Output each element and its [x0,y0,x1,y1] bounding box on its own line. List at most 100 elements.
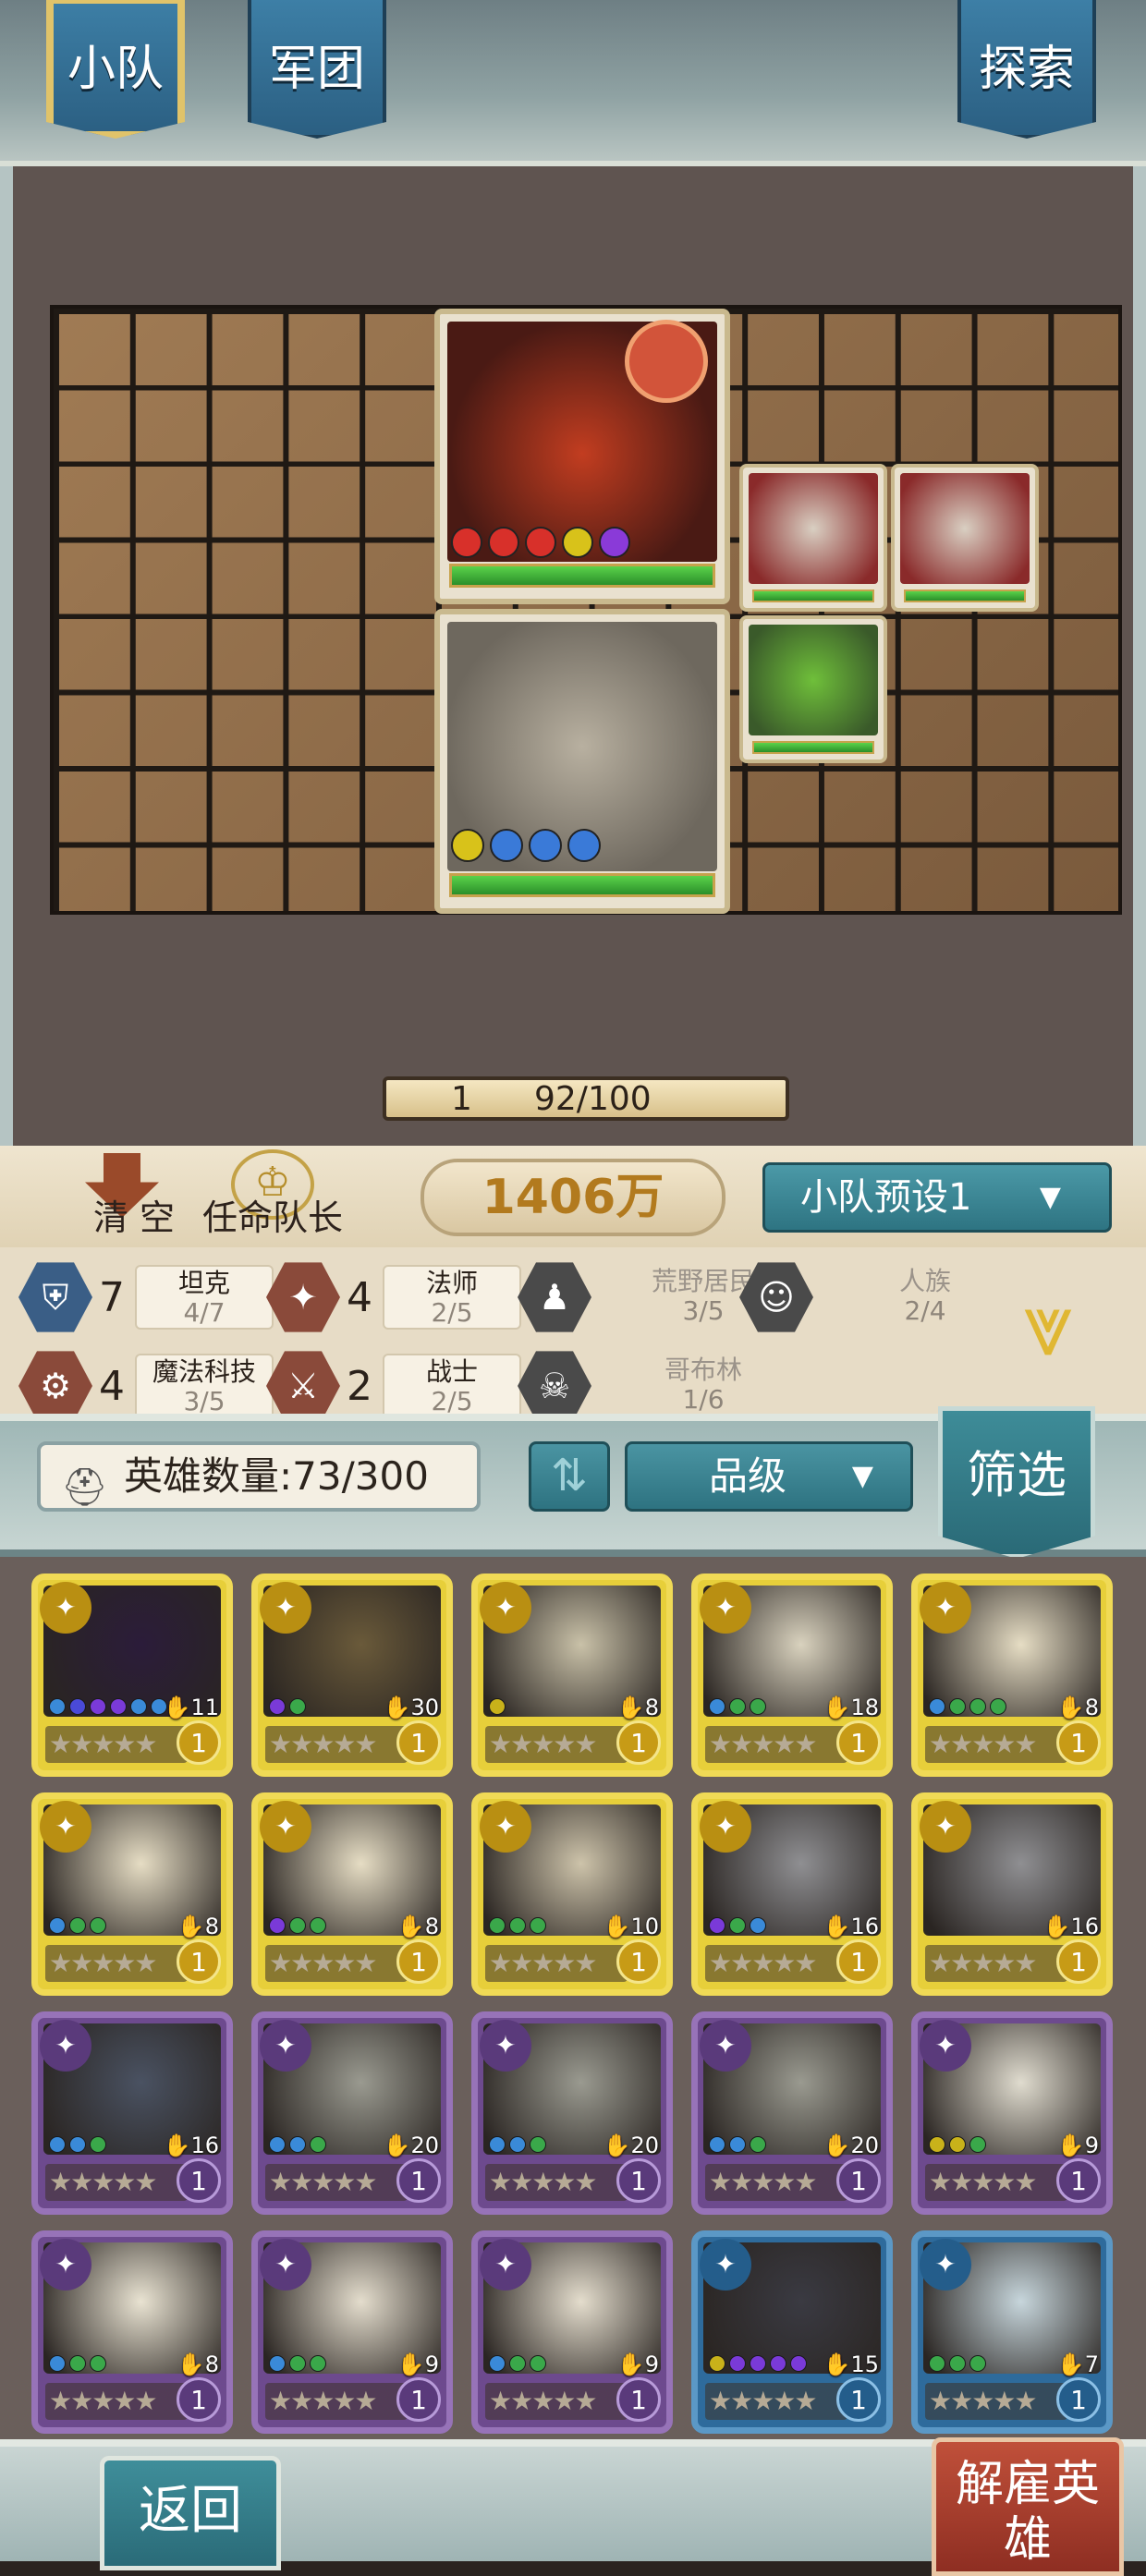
class-icon: ✦ [260,1801,311,1853]
hero-card[interactable]: ✦ ✋20 ★★★★★ 1 [471,2011,673,2215]
trait-count: 7 [99,1273,125,1321]
hero-card[interactable]: ✦ ✋11 ★★★★★ 1 [31,1574,233,1777]
hero-level: 1 [177,2377,221,2422]
gem-icon [130,1698,147,1715]
trait-item[interactable]: ⚔ 2 战士 2/5 [266,1349,521,1414]
cost-icon: ✋ [1042,1914,1071,1939]
star-rating: ★★★★★ [925,1726,1067,1763]
gem-row [269,1917,326,1934]
gem-icon [969,2355,986,2372]
gem-row [49,1698,167,1715]
hero-card[interactable]: ✦ ✋8 ★★★★★ 1 [31,1792,233,1996]
trait-item[interactable]: ✦ 4 法师 2/5 [266,1260,521,1334]
hero-card[interactable]: ✦ ✋30 ★★★★★ 1 [251,1574,453,1777]
hero-card[interactable]: ✦ ✋20 ★★★★★ 1 [251,2011,453,2215]
hero-cost: ✋18 [823,1695,879,1720]
hero-hp-bar [449,873,715,897]
board-hero-stone-golem[interactable] [434,609,730,914]
class-icon: ✦ [260,1582,311,1634]
gem-icon [49,2136,66,2153]
hero-card[interactable]: ✦ ✋8 ★★★★★ 1 [251,1792,453,1996]
hero-card[interactable]: ✦ ✋16 ★★★★★ 1 [31,2011,233,2215]
hero-card[interactable]: ✦ ✋9 ★★★★★ 1 [251,2230,453,2434]
gem-icon [489,2136,506,2153]
gem-row [451,527,630,558]
gem-icon [90,1698,106,1715]
gem-icon [269,2136,286,2153]
hero-card[interactable]: ✦ ✋16 ★★★★★ 1 [691,1792,893,1996]
trait-item[interactable]: ⛨ 7 坦克 4/7 [18,1260,274,1334]
hero-portrait [749,625,878,735]
hero-card[interactable]: ✦ ✋9 ★★★★★ 1 [471,2230,673,2434]
sort-button[interactable]: ⇅ [529,1441,610,1512]
rarity-dropdown[interactable]: 品级 ▼ [625,1441,913,1512]
trait-item[interactable]: ☺ 人族 2/4 [739,1260,994,1334]
hero-card[interactable]: ✦ ✋18 ★★★★★ 1 [691,1574,893,1777]
trait-name: 哥布林 [664,1355,742,1385]
trait-info: 哥布林 1/6 [634,1354,773,1415]
hero-card[interactable]: ✦ ✋8 ★★★★★ 1 [471,1574,673,1777]
hero-hp-bar [904,589,1026,602]
appoint-leader-button[interactable]: ♔ 任命队长 [185,1146,360,1247]
back-button[interactable]: 返回 [100,2456,281,2570]
gem-icon [709,1917,725,1934]
hero-card[interactable]: ✦ ✋20 ★★★★★ 1 [691,2011,893,2215]
hero-level: 1 [177,2158,221,2203]
tab-explore[interactable]: 探索 [957,0,1096,139]
hero-cost-value: 8 [424,1914,439,1939]
warrior-icon: ⚔ [266,1351,340,1414]
hero-level: 1 [1056,1720,1101,1765]
gem-icon [49,1917,66,1934]
trait-panel: ⛨ 7 坦克 4/7 ✦ 4 法师 2/5 ♟ 荒野居民 3/5 ☺ 人族 2/4 ⚙ 4 魔法科技 3/5 ⚔ 2 战… [0,1247,1146,1414]
preset-dropdown[interactable]: 小队预设1 ▼ [762,1162,1112,1233]
gem-row [451,829,601,862]
trait-name: 坦克 [177,1268,230,1298]
gem-row [49,2355,106,2372]
hero-cost: ✋10 [603,1914,659,1939]
star-rating: ★★★★★ [705,1726,847,1763]
board-hero-hooded-1[interactable] [739,464,887,612]
gem-icon [69,1917,86,1934]
hero-card[interactable]: ✦ ✋8 ★★★★★ 1 [31,2230,233,2434]
trait-info: 坦克 4/7 [135,1265,274,1330]
star-rating: ★★★★★ [265,2164,408,2201]
trait-progress: 1/6 [682,1384,725,1415]
shield-icon: ⛨ [18,1262,92,1332]
trait-count: 2 [347,1362,372,1410]
hero-level: 1 [836,2377,881,2422]
trait-item[interactable]: ☠ 哥布林 1/6 [518,1349,773,1414]
hero-card[interactable]: ✦ ✋9 ★★★★★ 1 [911,2011,1113,2215]
gem-icon [110,1698,127,1715]
trait-item[interactable]: ♟ 荒野居民 3/5 [518,1260,773,1334]
gem-icon [729,1698,746,1715]
hero-level: 1 [1056,1939,1101,1984]
gem-icon [49,1698,66,1715]
hero-card[interactable]: ✦ ✋8 ★★★★★ 1 [911,1574,1113,1777]
tab-legion[interactable]: 军团 [248,0,386,139]
class-tree-icon[interactable]: ⩔ [994,1273,1103,1375]
cost-icon: ✋ [823,2351,851,2377]
hero-cost-value: 16 [850,1914,879,1939]
formation-grid[interactable] [50,305,1122,915]
board-hero-goblin[interactable] [739,615,887,763]
dismiss-hero-button[interactable]: 解雇英雄 [932,2437,1124,2576]
gem-icon [750,1917,766,1934]
filter-button[interactable]: 筛选 [938,1406,1095,1559]
gem-row [489,2355,546,2372]
board-hero-hooded-2[interactable] [891,464,1039,612]
hero-card[interactable]: ✦ ✋7 ★★★★★ 1 [911,2230,1113,2434]
hero-cost-value: 7 [1084,2351,1099,2377]
hero-level: 1 [616,2158,661,2203]
hero-card[interactable]: ✦ ✋15 ★★★★★ 1 [691,2230,893,2434]
hero-cost: ✋8 [617,1695,659,1720]
hero-card[interactable]: ✦ ✋16 ★★★★★ 1 [911,1792,1113,1996]
hero-card[interactable]: ✦ ✋10 ★★★★★ 1 [471,1792,673,1996]
trait-item[interactable]: ⚙ 4 魔法科技 3/5 [18,1349,274,1414]
gem-icon [750,1698,766,1715]
board-hero-fire-beast[interactable] [434,309,730,604]
trait-name: 法师 [425,1268,478,1298]
gem-row [49,2136,106,2153]
star-rating: ★★★★★ [485,1945,628,1982]
tab-squad[interactable]: 小队 [46,0,185,139]
class-icon: ✦ [700,2239,751,2290]
